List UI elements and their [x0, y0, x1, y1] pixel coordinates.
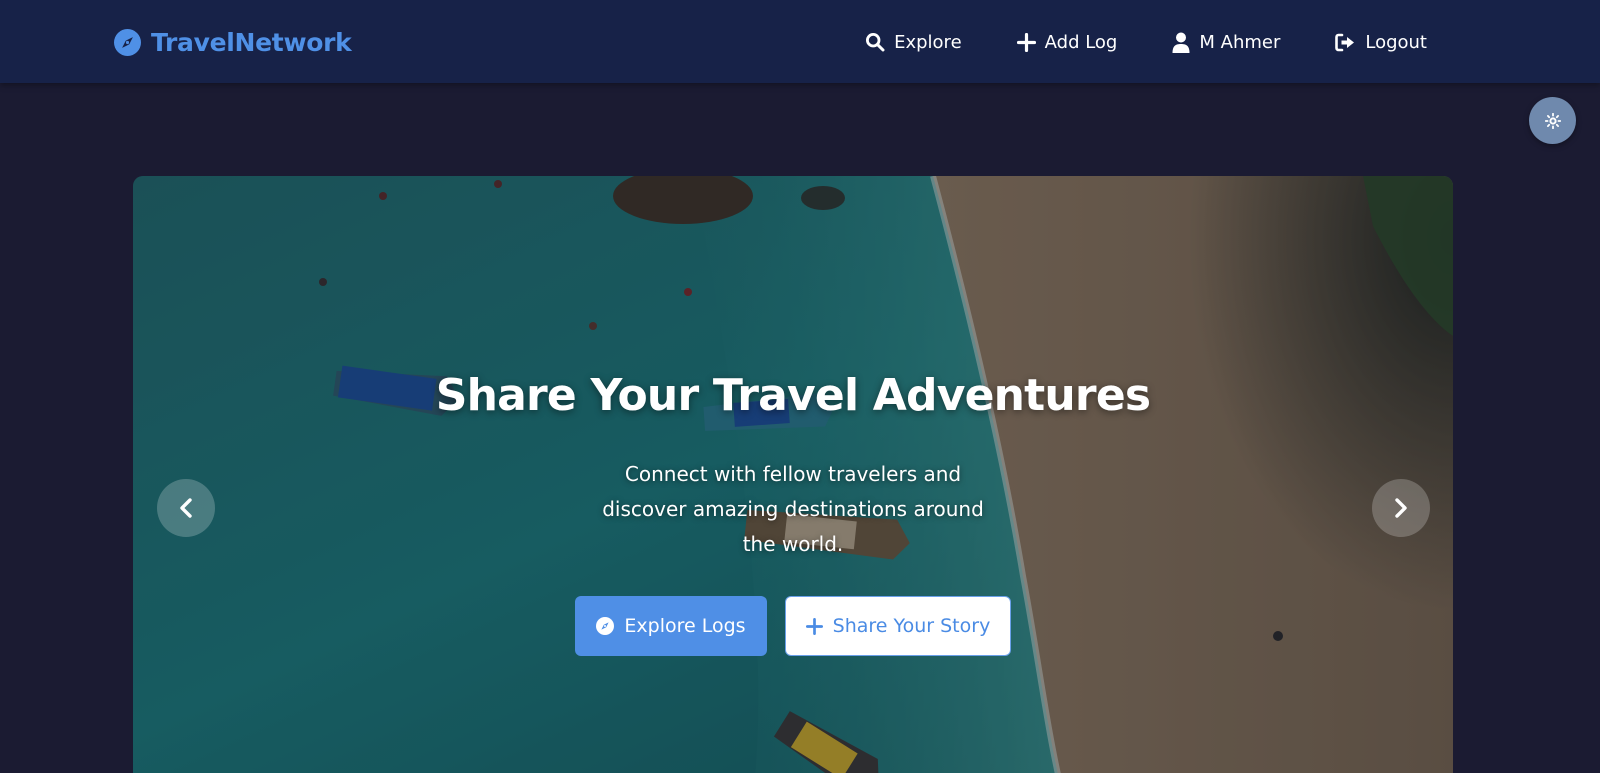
compass-icon [596, 617, 615, 635]
navbar: TravelNetwork Explore Add Log M Ahmer Lo… [0, 0, 1600, 83]
hero-carousel: Share Your Travel Adventures Connect wit… [133, 176, 1453, 773]
chevron-right-icon [1395, 498, 1407, 518]
explore-logs-button[interactable]: Explore Logs [575, 596, 767, 656]
brand-logo-link[interactable]: TravelNetwork [114, 24, 352, 60]
brand-name: TravelNetwork [151, 27, 352, 57]
sun-icon [1544, 112, 1561, 129]
hero-content: Share Your Travel Adventures Connect wit… [133, 176, 1453, 773]
nav-profile-link[interactable]: M Ahmer [1172, 32, 1280, 53]
hero-subtitle: Connect with fellow travelers and discov… [602, 462, 984, 556]
nav-add-log-label: Add Log [1044, 31, 1118, 53]
share-story-button[interactable]: Share Your Story [785, 596, 1011, 656]
hero-title: Share Your Travel Adventures [435, 370, 1151, 421]
nav-logout-label: Logout [1365, 31, 1427, 53]
nav-links: Explore Add Log M Ahmer Logout [865, 26, 1427, 58]
plus-icon [805, 617, 823, 635]
nav-add-log-link[interactable]: Add Log [1016, 31, 1118, 53]
carousel-prev-button[interactable] [157, 479, 215, 537]
logout-icon [1335, 33, 1355, 51]
plus-icon [1016, 32, 1036, 52]
compass-icon [114, 28, 141, 56]
search-icon [866, 32, 885, 52]
nav-logout-link[interactable]: Logout [1335, 32, 1427, 53]
carousel-next-button[interactable] [1372, 479, 1430, 537]
hero-buttons: Explore Logs Share Your Story [133, 596, 1453, 656]
nav-profile-label: M Ahmer [1199, 31, 1281, 53]
nav-explore-label: Explore [894, 31, 962, 53]
share-story-label: Share Your Story [832, 615, 991, 637]
nav-explore-link[interactable]: Explore [865, 32, 962, 53]
user-icon [1172, 32, 1190, 53]
theme-toggle-button[interactable] [1529, 97, 1576, 144]
chevron-left-icon [180, 498, 192, 518]
explore-logs-label: Explore Logs [624, 615, 746, 637]
